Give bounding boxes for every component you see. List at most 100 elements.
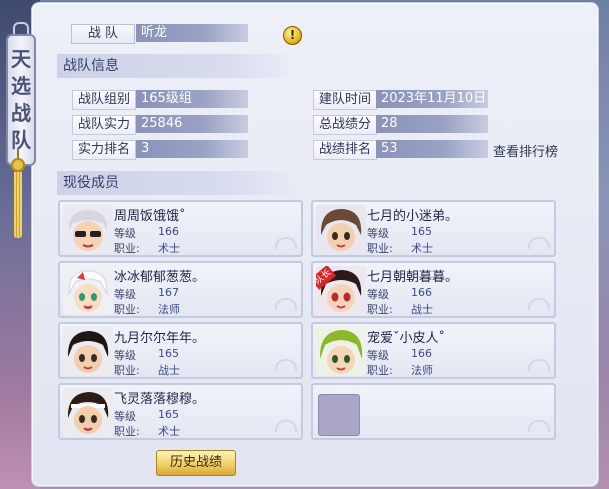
level-label: 等级 <box>114 410 136 423</box>
swirl-decoration <box>275 237 297 249</box>
member-level-row: 等级 166 <box>367 347 432 363</box>
founded-value: 2023年11月10日 <box>376 90 488 108</box>
member-level: 166 <box>158 225 179 238</box>
tassel-knot <box>11 158 25 172</box>
avatar <box>316 205 366 254</box>
empty-slot-placeholder <box>318 394 360 436</box>
swirl-decoration <box>528 298 550 310</box>
member-level: 166 <box>411 347 432 360</box>
member-card[interactable]: 飞灵落落穆穆。 等级 165 职业: 术士 <box>58 383 303 440</box>
total-score-label: 总战绩分 <box>313 115 377 135</box>
member-name: 九月尔尔年年。 <box>114 331 206 346</box>
member-card[interactable]: 七月的小迷弟。 等级 165 职业: 术士 <box>311 200 556 257</box>
member-job-row: 职业: 术士 <box>114 240 180 256</box>
member-level-row: 等级 166 <box>367 286 432 302</box>
job-label: 职业: <box>114 425 140 438</box>
level-label: 等级 <box>114 288 136 301</box>
member-job-row: 职业: 术士 <box>114 423 180 439</box>
member-name: 七月的小迷弟。 <box>367 209 459 224</box>
member-job-row: 职业: 战士 <box>114 362 180 378</box>
member-job-row: 职业: 战士 <box>367 301 433 317</box>
member-job: 术士 <box>411 242 433 255</box>
member-level-row: 等级 167 <box>114 286 179 302</box>
job-label: 职业: <box>367 364 393 377</box>
job-label: 职业: <box>114 242 140 255</box>
member-job: 法师 <box>158 303 180 316</box>
strength-value: 25846 <box>136 115 248 133</box>
job-label: 职业: <box>114 303 140 316</box>
member-name: 冰冰郁郁葱葱。 <box>114 270 206 285</box>
banner-char: 战 <box>11 101 31 125</box>
tassel <box>14 172 22 238</box>
strength-rank-label: 实力排名 <box>72 140 136 160</box>
avatar <box>63 388 113 437</box>
member-level: 165 <box>158 408 179 421</box>
exclamation-icon[interactable]: ! <box>283 26 302 45</box>
record-rank-value: 53 <box>376 140 488 158</box>
empty-member-slot[interactable] <box>311 383 556 440</box>
member-level: 165 <box>158 347 179 360</box>
banner-tag: 天 选 战 队 <box>6 34 36 166</box>
member-name: 飞灵落落穆穆。 <box>114 392 206 407</box>
job-label: 职业: <box>114 364 140 377</box>
level-label: 等级 <box>367 349 389 362</box>
member-level: 166 <box>411 286 432 299</box>
member-job-row: 职业: 法师 <box>367 362 433 378</box>
total-score-value: 28 <box>376 115 488 133</box>
team-panel: 战 队 听龙 ! 战队信息 战队组别 165级组 战队实力 25846 实力排名… <box>31 2 599 487</box>
member-level-row: 等级 165 <box>367 225 432 241</box>
swirl-decoration <box>275 359 297 371</box>
member-card[interactable]: 周周饭饿饿˚ 等级 166 职业: 术士 <box>58 200 303 257</box>
team-label: 战 队 <box>71 24 135 44</box>
member-level: 165 <box>411 225 432 238</box>
member-job: 法师 <box>411 364 433 377</box>
team-name: 听龙 <box>136 24 248 42</box>
swirl-decoration <box>528 420 550 432</box>
member-level-row: 等级 165 <box>114 408 179 424</box>
avatar <box>63 266 113 315</box>
group-value: 165级组 <box>136 90 248 108</box>
job-label: 职业: <box>367 303 393 316</box>
member-card[interactable]: 宠爱ˇ小皮人˚ 等级 166 职业: 法师 <box>311 322 556 379</box>
founded-label: 建队时间 <box>313 90 377 110</box>
avatar <box>63 205 113 254</box>
banner-char: 选 <box>11 74 31 98</box>
swirl-decoration <box>528 237 550 249</box>
banner-char: 队 <box>11 128 31 152</box>
avatar <box>316 327 366 376</box>
member-card[interactable]: 冰冰郁郁葱葱。 等级 167 职业: 法师 <box>58 261 303 318</box>
side-banner: 天 选 战 队 <box>4 22 36 166</box>
member-card[interactable]: 九月尔尔年年。 等级 165 职业: 战士 <box>58 322 303 379</box>
strength-rank-value: 3 <box>136 140 248 158</box>
strength-label: 战队实力 <box>72 115 136 135</box>
swirl-decoration <box>528 359 550 371</box>
member-level: 167 <box>158 286 179 299</box>
record-rank-label: 战绩排名 <box>313 140 377 160</box>
job-label: 职业: <box>367 242 393 255</box>
level-label: 等级 <box>114 349 136 362</box>
members-title: 现役成员 <box>57 171 299 195</box>
team-info-title: 战队信息 <box>57 54 299 78</box>
avatar <box>63 327 113 376</box>
member-job: 术士 <box>158 425 180 438</box>
member-job-row: 职业: 术士 <box>367 240 433 256</box>
view-leaderboard-link[interactable]: 查看排行榜 <box>493 141 558 160</box>
swirl-decoration <box>275 420 297 432</box>
member-job-row: 职业: 法师 <box>114 301 180 317</box>
group-label: 战队组别 <box>72 90 136 110</box>
level-label: 等级 <box>367 288 389 301</box>
member-name: 七月朝朝暮暮。 <box>367 270 459 285</box>
level-label: 等级 <box>114 227 136 240</box>
swirl-decoration <box>275 298 297 310</box>
member-name: 周周饭饿饿˚ <box>114 209 186 224</box>
member-job: 术士 <box>158 242 180 255</box>
member-job: 战士 <box>158 364 180 377</box>
member-card[interactable]: 队长 七月朝朝暮暮。 等级 166 职业: 战士 <box>311 261 556 318</box>
banner-char: 天 <box>11 47 31 71</box>
member-level-row: 等级 166 <box>114 225 179 241</box>
level-label: 等级 <box>367 227 389 240</box>
history-record-button[interactable]: 历史战绩 <box>156 450 236 476</box>
avatar: 队长 <box>316 266 366 315</box>
member-level-row: 等级 165 <box>114 347 179 363</box>
member-job: 战士 <box>411 303 433 316</box>
